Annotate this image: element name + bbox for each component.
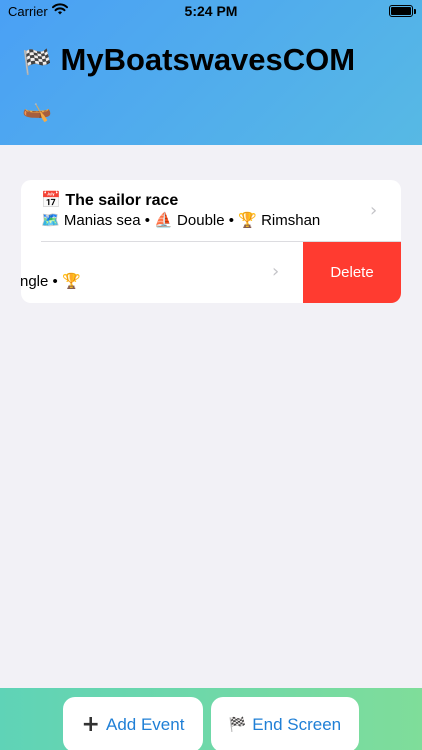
event-details: ngle • 🏆 — [21, 272, 81, 290]
dot-separator: • — [228, 212, 235, 229]
event-title: 📅 The sailor race — [41, 190, 178, 210]
clock: 5:24 PM — [184, 3, 238, 19]
trophy-icon: 🏆 — [238, 212, 257, 229]
chevron-right-icon: › — [272, 261, 280, 282]
end-screen-button[interactable]: 🏁 End Screen — [211, 697, 359, 750]
status-bar: Carrier 5:24 PM — [0, 0, 422, 22]
battery-icon — [389, 5, 413, 17]
add-event-button[interactable]: + Add Event — [63, 697, 203, 750]
event-row[interactable]: 📅 The sailor race 🗺️ Manias sea • ⛵ Doub… — [21, 180, 401, 241]
event-name: The sailor race — [65, 192, 179, 209]
canoe-icon: 🛶 — [22, 96, 52, 123]
chevron-right-icon: › — [370, 200, 378, 221]
checkered-flag-icon: 🏁 — [228, 716, 247, 732]
event-details: 🗺️ Manias sea • ⛵ Double • 🏆 Rimshan — [41, 211, 320, 229]
add-event-label: Add Event — [105, 714, 185, 734]
dot-separator: • — [144, 212, 151, 229]
checkered-flag-icon: 🏁 — [22, 49, 52, 76]
events-list: 📅 The sailor race 🗺️ Manias sea • ⛵ Doub… — [21, 180, 401, 303]
event-location: Manias sea — [63, 212, 141, 229]
delete-button[interactable]: Delete — [303, 242, 401, 303]
header-banner: Carrier 5:24 PM 🏁 MyBoatswavesCOM 🛶 — [0, 0, 422, 145]
end-screen-label: End Screen — [252, 714, 342, 734]
trophy-icon: 🏆 — [61, 273, 81, 290]
battery-tip — [414, 9, 416, 14]
event-row-swiped[interactable]: ngle • 🏆 › Delete — [21, 242, 401, 303]
app-title: MyBoatswavesCOM — [60, 42, 356, 77]
page-title: 🏁 MyBoatswavesCOM 🛶 — [22, 38, 417, 132]
event-winner: Rimshan — [261, 212, 321, 229]
calendar-icon: 📅 — [41, 192, 61, 209]
event-boat-type: Double — [177, 212, 225, 229]
plus-icon: + — [81, 712, 100, 737]
event-partial-text: ngle • — [21, 273, 58, 290]
map-icon: 🗺️ — [41, 212, 60, 229]
sailboat-icon: ⛵ — [154, 212, 173, 229]
